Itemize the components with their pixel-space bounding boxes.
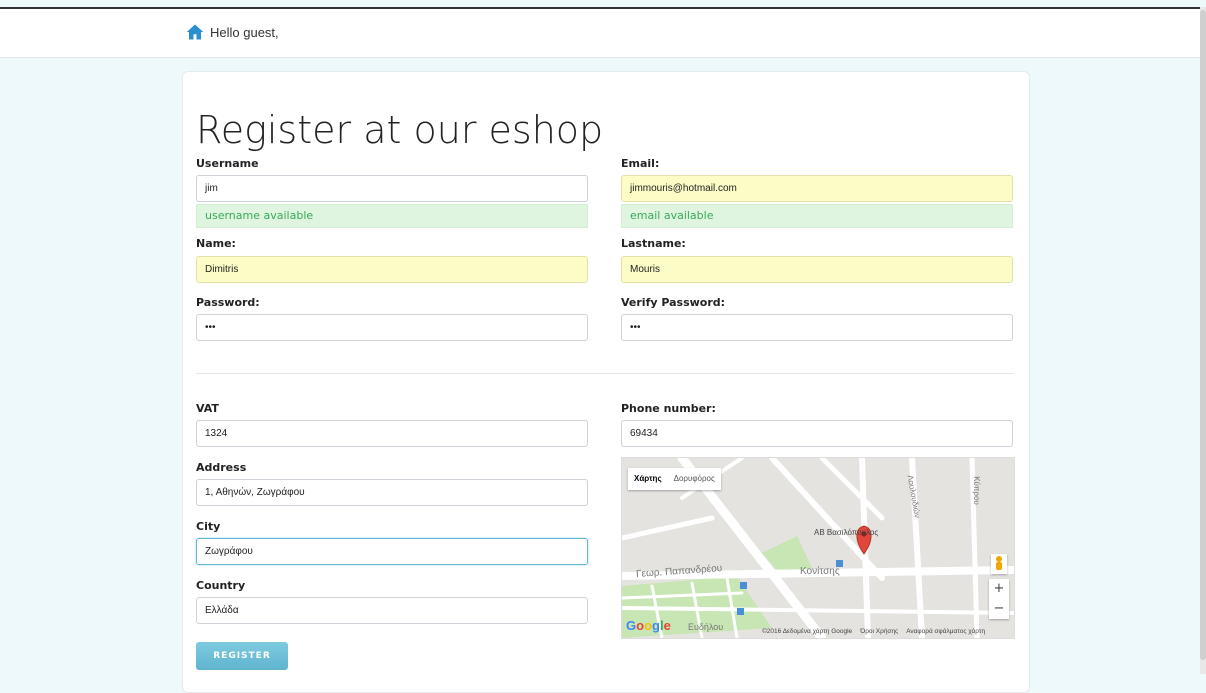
city-input[interactable]: Ζωγράφου	[196, 538, 588, 565]
map-terms-link[interactable]: Όροι Χρήσης	[860, 628, 898, 635]
street-label: Κύπρου	[971, 476, 981, 505]
address-label: Address	[196, 461, 247, 474]
home-icon[interactable]	[186, 23, 204, 41]
greeting: Hello guest,	[186, 23, 279, 41]
lastname-input[interactable]: Mouris	[621, 256, 1013, 283]
phone-label: Phone number:	[621, 402, 716, 415]
navbar: Hello guest,	[0, 9, 1200, 58]
address-input[interactable]: 1, Αθηνών, Ζωγράφου	[196, 479, 588, 506]
zoom-out-button[interactable]: −	[989, 599, 1009, 619]
email-input[interactable]: jimmouris@hotmail.com	[621, 175, 1013, 202]
google-logo: Google	[626, 618, 671, 633]
name-label: Name:	[196, 237, 236, 250]
transit-icon	[737, 608, 744, 615]
zoom-control: + −	[989, 579, 1009, 619]
phone-input[interactable]: 69434	[621, 420, 1013, 447]
password-label: Password:	[196, 296, 260, 309]
password-input[interactable]: •••	[196, 314, 588, 341]
zoom-in-button[interactable]: +	[989, 579, 1009, 599]
username-status: username available	[196, 204, 588, 228]
greeting-text: Hello guest,	[210, 24, 279, 40]
pegman-icon[interactable]	[991, 554, 1007, 574]
page-title: Register at our eshop	[196, 108, 604, 152]
poi-label: ΑΒ Βασιλόπουλος	[814, 528, 879, 537]
street-label: Κονίτσης	[800, 566, 840, 577]
map-footer: ©2016 Δεδομένα χάρτη Google Όροι Χρήσης …	[762, 628, 985, 635]
map-type-control: Χάρτης Δορυφόρος	[628, 468, 721, 490]
username-label: Username	[196, 157, 259, 170]
register-button[interactable]: REGISTER	[196, 642, 288, 670]
username-input[interactable]: jim	[196, 175, 588, 202]
map-type-satellite-button[interactable]: Δορυφόρος	[668, 468, 721, 490]
transit-icon	[740, 582, 747, 589]
lastname-label: Lastname:	[621, 237, 686, 250]
email-status: email available	[621, 204, 1013, 228]
city-label: City	[196, 520, 221, 533]
country-label: Country	[196, 579, 246, 592]
verify-password-input[interactable]: •••	[621, 314, 1013, 341]
scrollbar-thumb[interactable]	[1200, 10, 1206, 660]
section-divider	[196, 373, 1014, 374]
map-report-link[interactable]: Αναφορά σφάλματος χάρτη	[906, 628, 985, 635]
country-input[interactable]: Ελλάδα	[196, 597, 588, 624]
vat-label: VAT	[196, 402, 219, 415]
street-label: Ευδήλου	[688, 622, 724, 632]
google-map[interactable]: Γεωρ. Παπανδρέου Κονίτσης Ευδήλου Κύπρου…	[621, 457, 1015, 639]
map-type-map-button[interactable]: Χάρτης	[628, 468, 668, 490]
verify-password-label: Verify Password:	[621, 296, 726, 309]
name-input[interactable]: Dimitris	[196, 256, 588, 283]
email-label: Email:	[621, 157, 660, 170]
vat-input[interactable]: 1324	[196, 420, 588, 447]
map-copyright: ©2016 Δεδομένα χάρτη Google	[762, 628, 853, 635]
